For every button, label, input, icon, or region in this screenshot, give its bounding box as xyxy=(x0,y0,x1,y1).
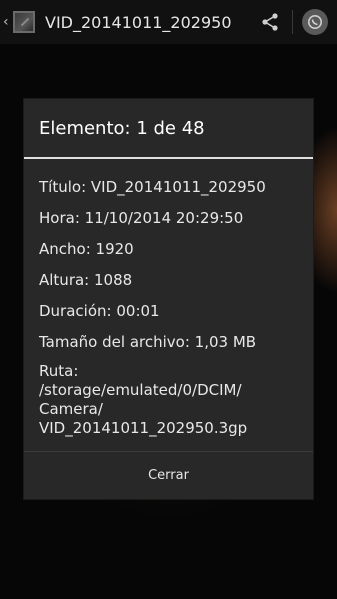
detail-label: Ruta: xyxy=(39,362,79,380)
page-title: VID_20141011_202950 xyxy=(45,12,232,32)
whatsapp-icon xyxy=(302,9,328,35)
detail-row-path: Ruta: /storage/emulated/0/DCIM/ Camera/ … xyxy=(39,362,313,438)
share-icon xyxy=(262,13,278,31)
path-line: Camera/ xyxy=(39,400,103,418)
gallery-thumbnail-icon[interactable] xyxy=(13,11,35,33)
detail-value: VID_20141011_202950 xyxy=(90,178,266,196)
details-dialog: Elemento: 1 de 48 Título: VID_20141011_2… xyxy=(24,99,313,499)
detail-row-width: Ancho: 1920 xyxy=(39,238,313,269)
path-line: /storage/emulated/0/DCIM/ xyxy=(39,381,242,399)
detail-label: Hora: xyxy=(39,209,80,227)
detail-row-duration: Duración: 00:01 xyxy=(39,300,313,331)
detail-value: 11/10/2014 20:29:50 xyxy=(84,209,244,227)
detail-row-time: Hora: 11/10/2014 20:29:50 xyxy=(39,207,313,238)
detail-value: 1088 xyxy=(94,271,133,289)
up-caret-icon[interactable]: ‹ xyxy=(3,0,11,44)
path-line: VID_20141011_202950.3gp xyxy=(39,419,248,437)
detail-value: 1920 xyxy=(95,240,134,258)
detail-row-filesize: Tamaño del archivo: 1,03 MB xyxy=(39,331,313,362)
detail-label: Altura: xyxy=(39,271,90,289)
details-list: Título: VID_20141011_202950 Hora: 11/10/… xyxy=(24,159,313,438)
detail-value: 00:01 xyxy=(116,302,160,320)
share-button[interactable] xyxy=(248,0,292,44)
action-bar: ‹ VID_20141011_202950 xyxy=(0,0,337,44)
detail-label: Tamaño del archivo: xyxy=(39,333,190,351)
screen: ‹ VID_20141011_202950 Elemento: 1 de 48 xyxy=(0,0,337,599)
detail-row-title: Título: VID_20141011_202950 xyxy=(39,176,313,207)
detail-label: Duración: xyxy=(39,302,112,320)
dialog-title: Elemento: 1 de 48 xyxy=(39,117,205,139)
detail-row-height: Altura: 1088 xyxy=(39,269,313,300)
detail-value: 1,03 MB xyxy=(194,333,257,351)
detail-label: Título: xyxy=(39,178,87,196)
whatsapp-share-button[interactable] xyxy=(293,0,337,44)
close-button[interactable]: Cerrar xyxy=(118,458,219,493)
detail-label: Ancho: xyxy=(39,240,91,258)
dialog-footer: Cerrar xyxy=(24,451,313,499)
